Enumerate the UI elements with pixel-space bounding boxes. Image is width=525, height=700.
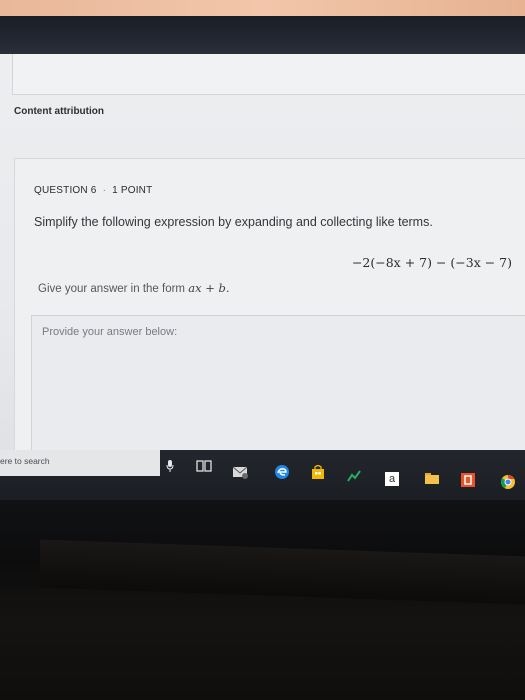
chrome-icon[interactable] (500, 474, 516, 490)
content-attribution-link[interactable]: Content attribution (14, 106, 104, 117)
edge-icon[interactable] (274, 464, 290, 480)
store-icon[interactable] (310, 464, 326, 480)
mail-icon[interactable] (232, 464, 248, 480)
stocks-icon[interactable] (346, 468, 362, 484)
windows-taskbar: ere to search a (0, 450, 525, 500)
hint-prefix: Give your answer in the form (38, 283, 186, 295)
answer-prompt: Provide your answer below: (42, 326, 178, 338)
question-header: QUESTION 6 · 1 POINT (34, 185, 152, 196)
question-number: QUESTION 6 (34, 185, 97, 196)
search-placeholder: ere to search (0, 456, 50, 466)
question-card: QUESTION 6 · 1 POINT Simplify the followin… (14, 158, 525, 468)
background-wall (0, 0, 525, 16)
answer-form-hint: Give your answer in the form ax + b. (38, 281, 230, 295)
taskbar-search-input[interactable]: ere to search (0, 450, 160, 476)
microphone-icon[interactable] (166, 460, 174, 472)
screen: Content attribution QUESTION 6 · 1 POINT S… (0, 54, 525, 468)
office-icon[interactable] (460, 472, 476, 488)
math-expression: −2(−8x + 7) − (−3x − 7) (351, 255, 512, 270)
question-prompt: Simplify the following expression by exp… (34, 215, 433, 229)
hint-form: ax + b. (188, 281, 230, 295)
top-panel (12, 54, 525, 95)
file-explorer-icon[interactable] (424, 470, 440, 486)
question-points: 1 POINT (112, 185, 153, 196)
answer-input-area[interactable]: Provide your answer below: (31, 315, 525, 468)
app-a-icon[interactable]: a (385, 472, 399, 486)
monitor-bezel-top (0, 16, 525, 54)
header-separator: · (102, 185, 107, 196)
task-view-icon[interactable] (196, 458, 212, 474)
